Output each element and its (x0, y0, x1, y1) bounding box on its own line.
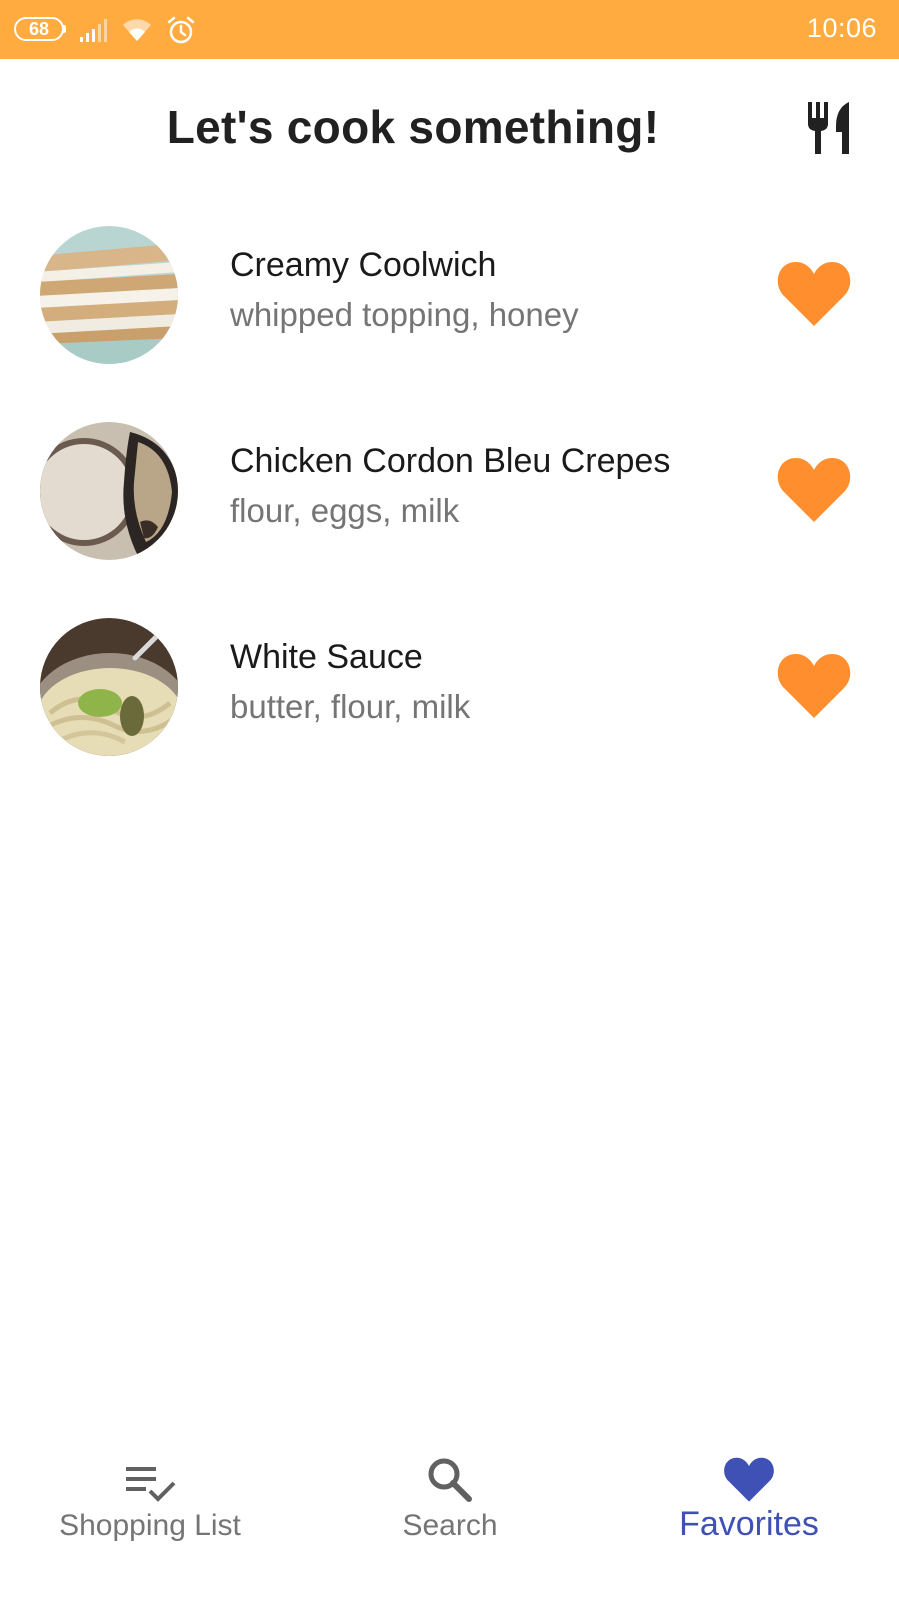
recipe-thumbnail (40, 422, 178, 560)
recipe-ingredients: butter, flour, milk (230, 688, 471, 725)
nav-search[interactable]: Search (300, 1455, 600, 1599)
recipe-name: Creamy Coolwich (230, 246, 497, 284)
alarm-icon (167, 16, 195, 44)
wifi-icon (123, 19, 151, 41)
signal-icon (80, 19, 107, 42)
recipe-name: White Sauce (230, 638, 423, 676)
nav-label: Search (402, 1509, 498, 1542)
nav-shopping-list[interactable]: Shopping List (0, 1455, 300, 1599)
nav-label: Favorites (679, 1505, 819, 1543)
status-clock: 10:06 (806, 13, 877, 43)
recipe-name: Chicken Cordon Bleu Crepes (230, 442, 671, 480)
heart-icon[interactable] (776, 650, 852, 720)
nav-favorites[interactable]: Favorites (599, 1455, 899, 1599)
bottom-navigation: Shopping List Search Favorites (0, 1455, 899, 1599)
search-icon (428, 1458, 472, 1502)
nav-label: Shopping List (59, 1509, 241, 1542)
heart-icon (724, 1457, 774, 1502)
recipe-ingredients: flour, eggs, milk (230, 492, 460, 529)
status-bar: 68 10:06 (0, 0, 899, 59)
heart-icon[interactable] (776, 258, 852, 328)
recipe-thumbnail (40, 618, 178, 756)
cutlery-icon[interactable] (805, 102, 855, 154)
heart-icon[interactable] (776, 454, 852, 524)
battery-tip (63, 25, 66, 33)
list-item[interactable]: Chicken Cordon Bleu Crepes flour, eggs, … (0, 392, 899, 588)
battery-icon: 68 (14, 17, 64, 41)
favorites-screen: 68 10:06 Let's cook something! Creamy Co… (0, 0, 899, 1599)
favorites-list: Creamy Coolwich whipped topping, honey C… (0, 196, 899, 784)
recipe-ingredients: whipped topping, honey (230, 296, 579, 333)
recipe-thumbnail (40, 226, 178, 364)
list-item[interactable]: Creamy Coolwich whipped topping, honey (0, 196, 899, 392)
playlist-check-icon (126, 1467, 176, 1502)
page-title: Let's cook something! (166, 101, 660, 153)
list-item[interactable]: White Sauce butter, flour, milk (0, 588, 899, 784)
